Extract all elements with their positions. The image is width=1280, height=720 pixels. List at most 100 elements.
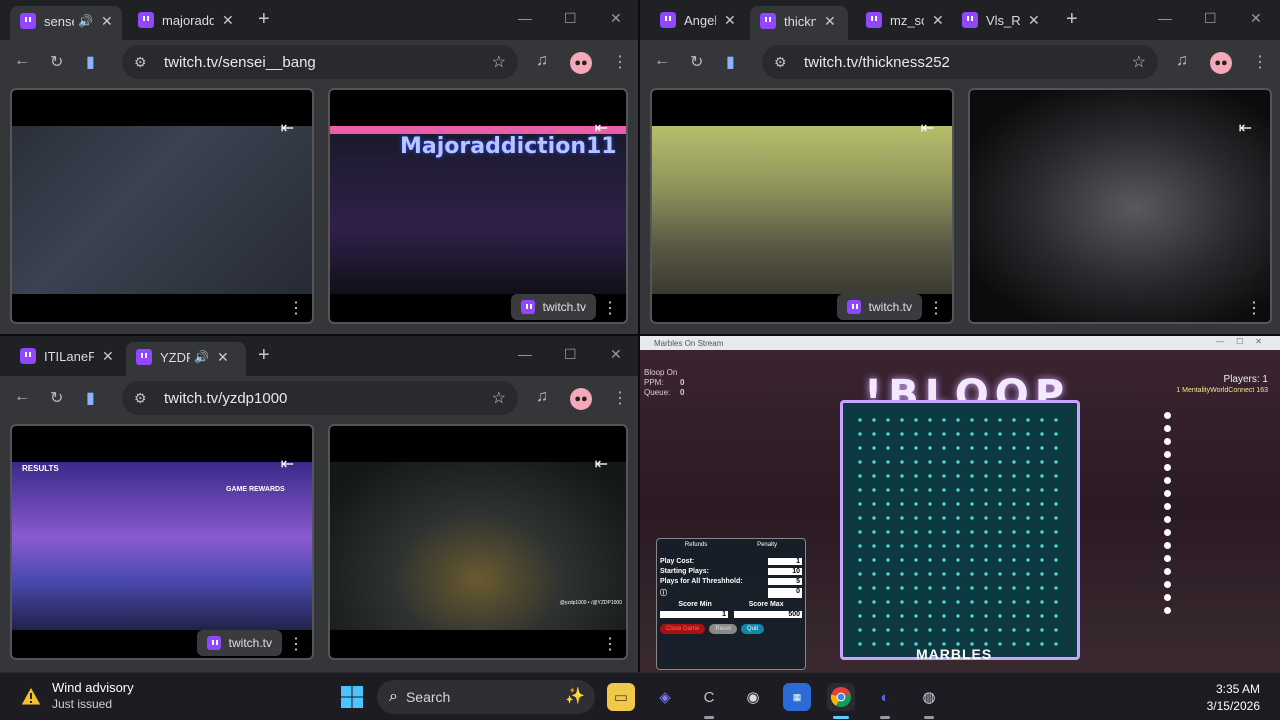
- minimize-button[interactable]: —: [518, 10, 532, 26]
- game-window-controls[interactable]: —☐✕: [1216, 337, 1274, 346]
- app-diamond-icon[interactable]: ◈: [651, 683, 679, 711]
- app-orb-icon[interactable]: ◍: [915, 683, 943, 719]
- pip-video-dark[interactable]: ⇤ ⋮: [968, 88, 1272, 324]
- marbles-game-window[interactable]: Marbles On Stream —☐✕ Bloop On PPM: 0 Que…: [640, 336, 1280, 672]
- weather-widget[interactable]: Wind advisory Just issued: [20, 680, 134, 711]
- close-tab-icon[interactable]: ✕: [217, 349, 229, 366]
- media-controls-icon[interactable]: ♫: [536, 388, 548, 406]
- pip-video-sensei[interactable]: ⇤ ⋮: [10, 88, 314, 324]
- pip-video-cave[interactable]: @yzdp1000 • /@YZDP1000 ⇤ ⋮: [328, 424, 628, 660]
- side-panel-icon[interactable]: ▮: [726, 52, 735, 72]
- reload-icon[interactable]: ↻: [690, 52, 703, 72]
- pip-menu-icon[interactable]: ⋮: [288, 634, 304, 654]
- media-controls-icon[interactable]: ♫: [536, 52, 548, 70]
- menu-kebab-icon[interactable]: ⋮: [612, 52, 628, 72]
- bookmark-star-icon[interactable]: ☆: [1132, 52, 1146, 72]
- bookmark-star-icon[interactable]: ☆: [492, 388, 506, 408]
- minimize-button[interactable]: —: [1158, 10, 1172, 26]
- profile-avatar[interactable]: ●●: [1210, 52, 1232, 74]
- minimize-button[interactable]: —: [518, 346, 532, 362]
- source-chip[interactable]: twitch.tv: [836, 294, 922, 320]
- close-window-button[interactable]: ✕: [610, 346, 622, 363]
- source-chip[interactable]: twitch.tv: [510, 294, 596, 320]
- profile-avatar[interactable]: ●●: [570, 52, 592, 74]
- file-explorer-icon[interactable]: ▭: [607, 683, 635, 711]
- back-icon[interactable]: ←: [654, 52, 670, 70]
- tab-yzdp[interactable]: YZDP 🔊 ✕: [126, 342, 246, 376]
- app-square-icon[interactable]: ▦: [783, 683, 811, 711]
- tab-thickness[interactable]: thickness252 ✕: [750, 6, 848, 40]
- source-chip[interactable]: twitch.tv: [196, 630, 282, 656]
- close-window-button[interactable]: ✕: [1250, 10, 1262, 27]
- start-windows-icon[interactable]: [340, 685, 364, 709]
- close-game-button[interactable]: Close Game: [660, 624, 706, 634]
- close-window-button[interactable]: ✕: [610, 10, 622, 27]
- threshold-input[interactable]: 5: [768, 578, 802, 585]
- discord-icon[interactable]: ◐: [871, 683, 899, 719]
- back-to-tab-icon[interactable]: ⇤: [921, 118, 934, 138]
- close-tab-icon[interactable]: ✕: [724, 12, 736, 29]
- play-cost-input[interactable]: 1: [768, 558, 802, 565]
- back-to-tab-icon[interactable]: ⇤: [595, 118, 608, 138]
- close-tab-icon[interactable]: ✕: [1028, 12, 1040, 29]
- app-c-icon[interactable]: C: [695, 683, 723, 719]
- new-tab-button[interactable]: +: [1066, 8, 1078, 31]
- maximize-button[interactable]: ☐: [564, 346, 577, 363]
- score-min-input[interactable]: 1: [660, 611, 728, 618]
- chrome-icon[interactable]: [827, 683, 855, 719]
- reload-icon[interactable]: ↻: [50, 52, 63, 72]
- site-info-icon[interactable]: ⚙: [134, 54, 154, 71]
- back-to-tab-icon[interactable]: ⇤: [1239, 118, 1252, 138]
- pip-video-majoraddiction[interactable]: Majoraddiction11 ⇤ twitch.tv ⋮: [328, 88, 628, 324]
- speaker-icon[interactable]: 🔊: [194, 350, 209, 364]
- pip-menu-icon[interactable]: ⋮: [602, 298, 618, 318]
- back-to-tab-icon[interactable]: ⇤: [595, 454, 608, 474]
- close-tab-icon[interactable]: ✕: [824, 13, 836, 30]
- obs-icon[interactable]: ◉: [739, 683, 767, 711]
- menu-kebab-icon[interactable]: ⋮: [1252, 52, 1268, 72]
- tab-sensei[interactable]: sensei__bang 🔊 ✕: [10, 6, 122, 40]
- pip-video-results[interactable]: RESULTS GAME REWARDS ⇤ twitch.tv ⋮: [10, 424, 314, 660]
- site-info-icon[interactable]: ⚙: [774, 54, 794, 71]
- back-to-tab-icon[interactable]: ⇤: [281, 454, 294, 474]
- media-controls-icon[interactable]: ♫: [1176, 52, 1188, 70]
- close-tab-icon[interactable]: ✕: [932, 12, 944, 29]
- tab-vls-ru[interactable]: Vls_Ru ✕: [952, 6, 1050, 34]
- side-panel-icon[interactable]: ▮: [86, 52, 95, 72]
- search-box[interactable]: ⌕ Search ✨: [377, 680, 595, 714]
- system-clock[interactable]: 3:35 AM 3/15/2026: [1207, 681, 1260, 715]
- quit-button[interactable]: Quit: [741, 624, 765, 634]
- address-bar[interactable]: ⚙ twitch.tv/yzdp1000 ☆: [122, 381, 518, 415]
- pip-menu-icon[interactable]: ⋮: [288, 298, 304, 318]
- starting-plays-input[interactable]: 10: [768, 568, 802, 575]
- close-tab-icon[interactable]: ✕: [102, 348, 114, 365]
- tab-mz-so[interactable]: mz_so ✕: [856, 6, 954, 34]
- site-info-icon[interactable]: ⚙: [134, 390, 154, 407]
- penalty-toggle[interactable]: Penalty: [757, 542, 777, 548]
- side-panel-icon[interactable]: ▮: [86, 388, 95, 408]
- reload-icon[interactable]: ↻: [50, 388, 63, 408]
- pip-video-gameplay[interactable]: ⇤ twitch.tv ⋮: [650, 88, 954, 324]
- reset-button[interactable]: Reset: [709, 624, 738, 634]
- address-bar[interactable]: ⚙ twitch.tv/thickness252 ☆: [762, 45, 1158, 79]
- maximize-button[interactable]: ☐: [1204, 10, 1217, 27]
- pip-menu-icon[interactable]: ⋮: [1246, 298, 1262, 318]
- profile-avatar[interactable]: ●●: [570, 388, 592, 410]
- refunds-toggle[interactable]: Refunds: [685, 542, 707, 548]
- back-icon[interactable]: ←: [14, 52, 30, 70]
- bookmark-star-icon[interactable]: ☆: [492, 52, 506, 72]
- extra-input[interactable]: 0: [768, 588, 802, 598]
- close-tab-icon[interactable]: ✕: [101, 13, 113, 30]
- address-bar[interactable]: ⚙ twitch.tv/sensei__bang ☆: [122, 45, 518, 79]
- back-to-tab-icon[interactable]: ⇤: [281, 118, 294, 138]
- pip-menu-icon[interactable]: ⋮: [928, 298, 944, 318]
- new-tab-button[interactable]: +: [258, 344, 270, 367]
- tab-itilanefo[interactable]: ITILaneFo ✕: [10, 342, 122, 370]
- new-tab-button[interactable]: +: [258, 8, 270, 31]
- tab-angel[interactable]: Angel ✕: [650, 6, 742, 34]
- back-icon[interactable]: ←: [14, 388, 30, 406]
- score-max-input[interactable]: 500: [734, 611, 802, 618]
- close-tab-icon[interactable]: ✕: [222, 12, 234, 29]
- menu-kebab-icon[interactable]: ⋮: [612, 388, 628, 408]
- speaker-icon[interactable]: 🔊: [78, 14, 93, 28]
